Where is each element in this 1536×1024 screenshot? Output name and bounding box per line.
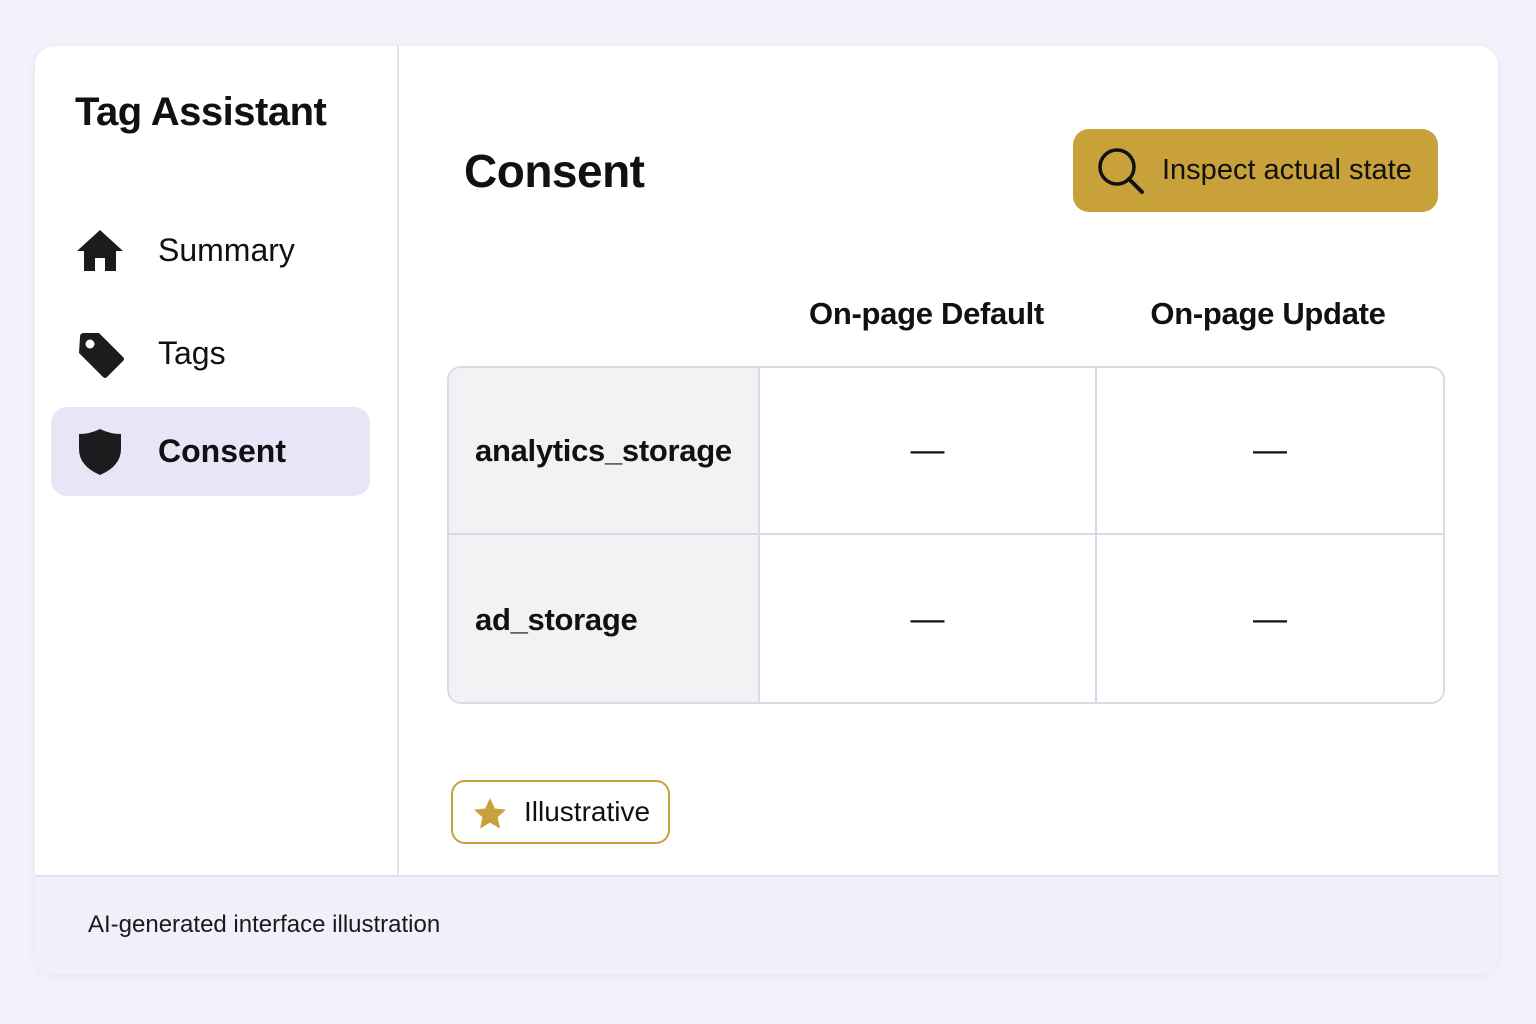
star-icon xyxy=(471,795,509,833)
column-header-default: On-page Default xyxy=(809,296,1044,331)
sidebar-item-label: Consent xyxy=(158,433,286,469)
footer: AI-generated interface illustration xyxy=(35,875,1498,974)
inspect-actual-state-button[interactable]: Inspect actual state xyxy=(1073,129,1438,212)
sidebar-item-label: Tags xyxy=(158,335,226,371)
app-title: Tag Assistant xyxy=(75,90,327,134)
default-value: — xyxy=(760,368,1097,533)
shield-icon xyxy=(73,425,127,479)
home-icon xyxy=(73,224,127,278)
tag-icon xyxy=(73,327,127,381)
consent-type-label: ad_storage xyxy=(449,535,760,702)
app-window: Tag Assistant Summary Tags Consent Conse… xyxy=(35,46,1498,974)
update-value: — xyxy=(1253,431,1287,469)
footer-text: AI-generated interface illustration xyxy=(88,911,441,938)
search-icon xyxy=(1095,145,1147,197)
sidebar-item-summary[interactable]: Summary xyxy=(51,206,370,295)
consent-type-label: analytics_storage xyxy=(449,368,760,533)
main-content: Consent Inspect actual state On-page Def… xyxy=(401,46,1498,875)
column-header-update: On-page Update xyxy=(1150,296,1386,331)
page-title: Consent xyxy=(464,145,645,197)
sidebar-item-consent[interactable]: Consent xyxy=(51,407,370,496)
consent-table: analytics_storage — — ad_storage — — xyxy=(447,366,1445,704)
default-value: — xyxy=(760,535,1097,702)
inspect-button-label: Inspect actual state xyxy=(1162,154,1412,186)
sidebar-item-label: Summary xyxy=(158,232,295,268)
sidebar-item-tags[interactable]: Tags xyxy=(51,309,370,398)
table-row: analytics_storage — — xyxy=(449,368,1443,535)
table-row: ad_storage — — xyxy=(449,535,1443,702)
update-value: — xyxy=(1253,600,1287,638)
sidebar: Tag Assistant Summary Tags Consent xyxy=(35,46,399,875)
illustrative-badge: Illustrative xyxy=(451,780,670,844)
badge-label: Illustrative xyxy=(524,796,651,827)
